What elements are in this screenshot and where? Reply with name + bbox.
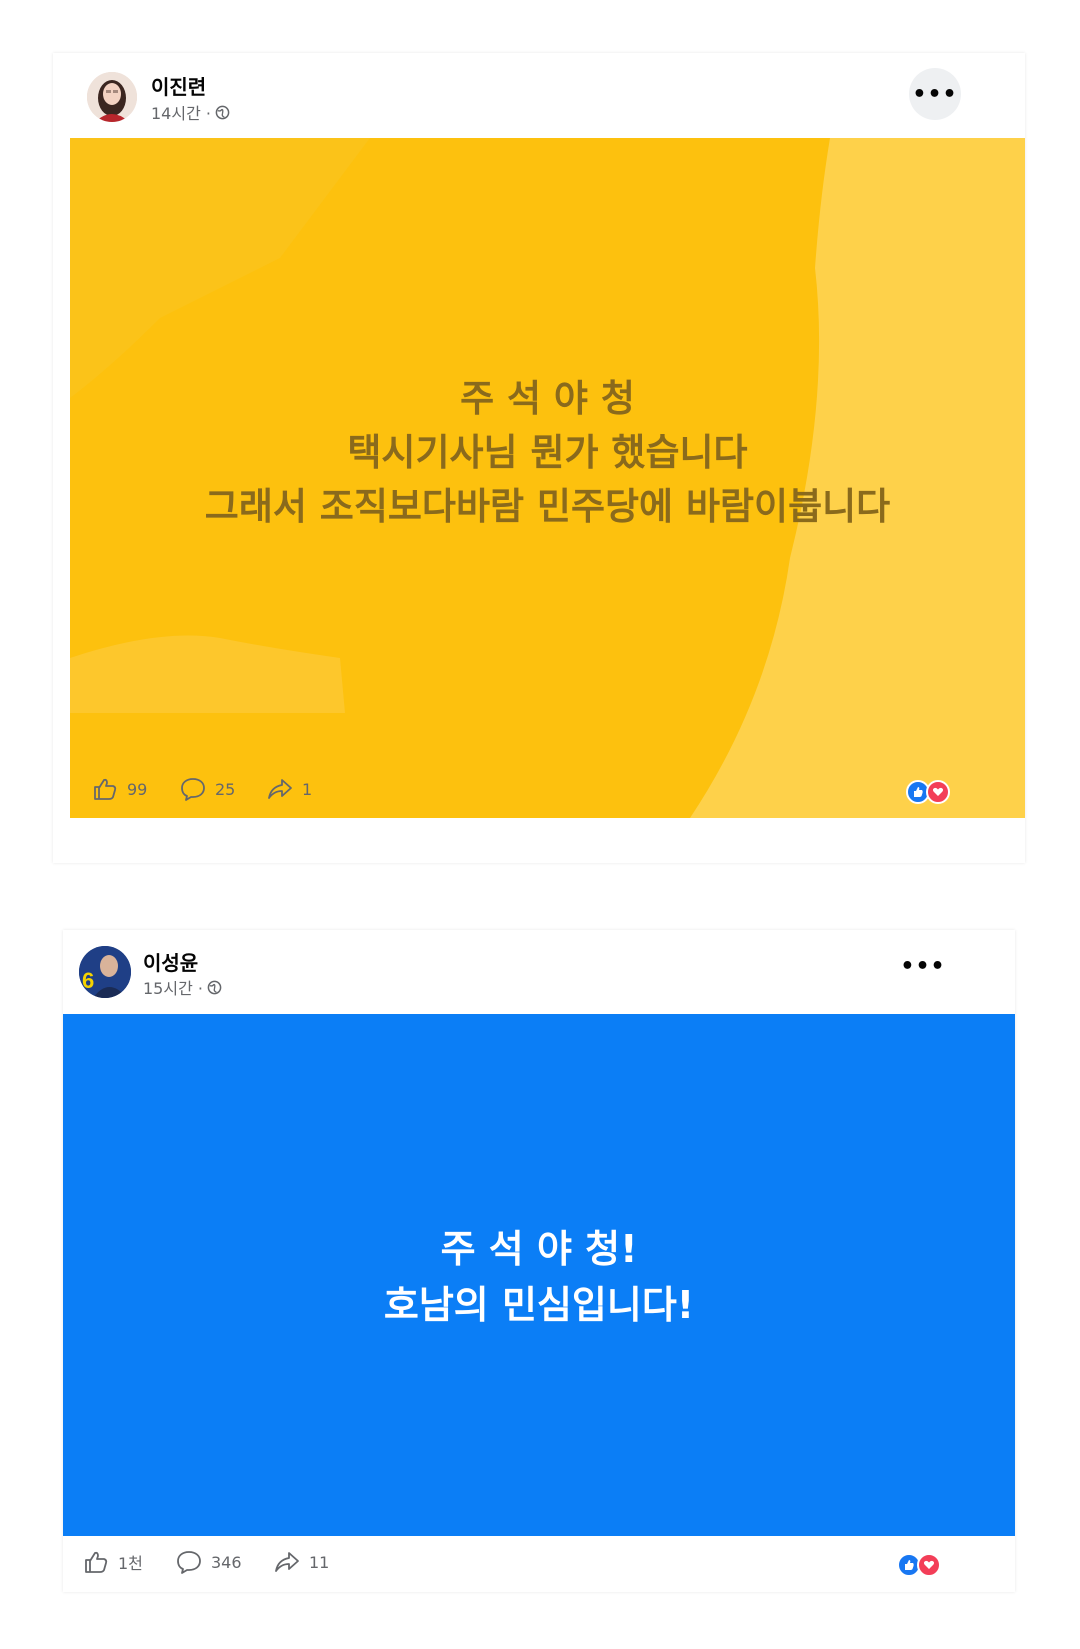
post-meta: 14시간 · bbox=[151, 100, 230, 124]
post-card: 6 이성윤 15시간 · ••• 주 석 야 청! 호남의 민심입니다! 1천 bbox=[63, 930, 1015, 1592]
more-options-icon: ••• bbox=[900, 953, 946, 979]
share-button[interactable]: 1 bbox=[266, 775, 312, 803]
card-line: 호남의 민심입니다! bbox=[383, 1283, 695, 1327]
share-icon bbox=[268, 779, 292, 799]
author-name[interactable]: 이성윤 bbox=[143, 947, 198, 976]
comment-button[interactable]: 346 bbox=[175, 1548, 242, 1576]
like-button[interactable]: 1천 bbox=[82, 1548, 143, 1576]
comment-icon bbox=[177, 1551, 201, 1574]
reaction-summary[interactable] bbox=[906, 780, 950, 804]
post-time[interactable]: 14시간 · bbox=[151, 100, 211, 124]
comment-count: 25 bbox=[215, 779, 236, 799]
share-icon bbox=[275, 1552, 299, 1572]
more-options-button[interactable]: ••• bbox=[909, 68, 961, 120]
post-footer: 99 25 1 bbox=[53, 775, 1025, 811]
more-options-button[interactable]: ••• bbox=[897, 940, 949, 992]
comment-button[interactable]: 25 bbox=[179, 775, 235, 803]
card-line: 택시기사님 뭔가 했습니다 bbox=[347, 431, 748, 474]
like-count: 1천 bbox=[118, 1554, 143, 1573]
card-line: 주 석 야 청! bbox=[440, 1227, 638, 1271]
card-line: 주 석 야 청 bbox=[460, 377, 635, 420]
avatar[interactable] bbox=[87, 72, 137, 122]
globe-icon bbox=[207, 980, 222, 994]
like-button[interactable]: 99 bbox=[91, 775, 147, 803]
post-text-card[interactable]: 주 석 야 청 택시기사님 뭔가 했습니다 그래서 조직보다바람 민주당에 바람… bbox=[70, 138, 1025, 818]
love-reaction-icon bbox=[926, 780, 950, 804]
card-message: 주 석 야 청 택시기사님 뭔가 했습니다 그래서 조직보다바람 민주당에 바람… bbox=[205, 372, 890, 534]
post-meta: 15시간 · bbox=[143, 975, 222, 999]
comment-count: 346 bbox=[211, 1552, 242, 1572]
share-button[interactable]: 11 bbox=[273, 1548, 329, 1576]
thumbs-up-icon bbox=[94, 778, 117, 800]
share-count: 1 bbox=[302, 779, 313, 799]
card-line: 그래서 조직보다바람 민주당에 바람이붑니다 bbox=[204, 485, 891, 528]
love-reaction-icon bbox=[917, 1553, 941, 1577]
post-card: 이진련 14시간 · ••• 주 석 야 청 택시기사님 뭔가 했습니다 그래서… bbox=[53, 53, 1025, 863]
comment-icon bbox=[181, 778, 205, 801]
share-count: 11 bbox=[309, 1552, 330, 1572]
post-text-card[interactable]: 주 석 야 청! 호남의 민심입니다! bbox=[63, 1014, 1015, 1536]
post-footer: 1천 346 11 bbox=[63, 1548, 1015, 1584]
globe-icon bbox=[215, 105, 230, 119]
thumbs-up-icon bbox=[85, 1551, 108, 1573]
svg-text:6: 6 bbox=[82, 968, 94, 993]
author-name[interactable]: 이진련 bbox=[151, 71, 206, 100]
card-message: 주 석 야 청! 호남의 민심입니다! bbox=[384, 1221, 694, 1333]
reaction-summary[interactable] bbox=[897, 1553, 941, 1577]
post-time[interactable]: 15시간 · bbox=[143, 975, 203, 999]
avatar[interactable]: 6 bbox=[79, 946, 131, 998]
more-options-icon: ••• bbox=[912, 81, 958, 107]
like-count: 99 bbox=[127, 779, 148, 799]
